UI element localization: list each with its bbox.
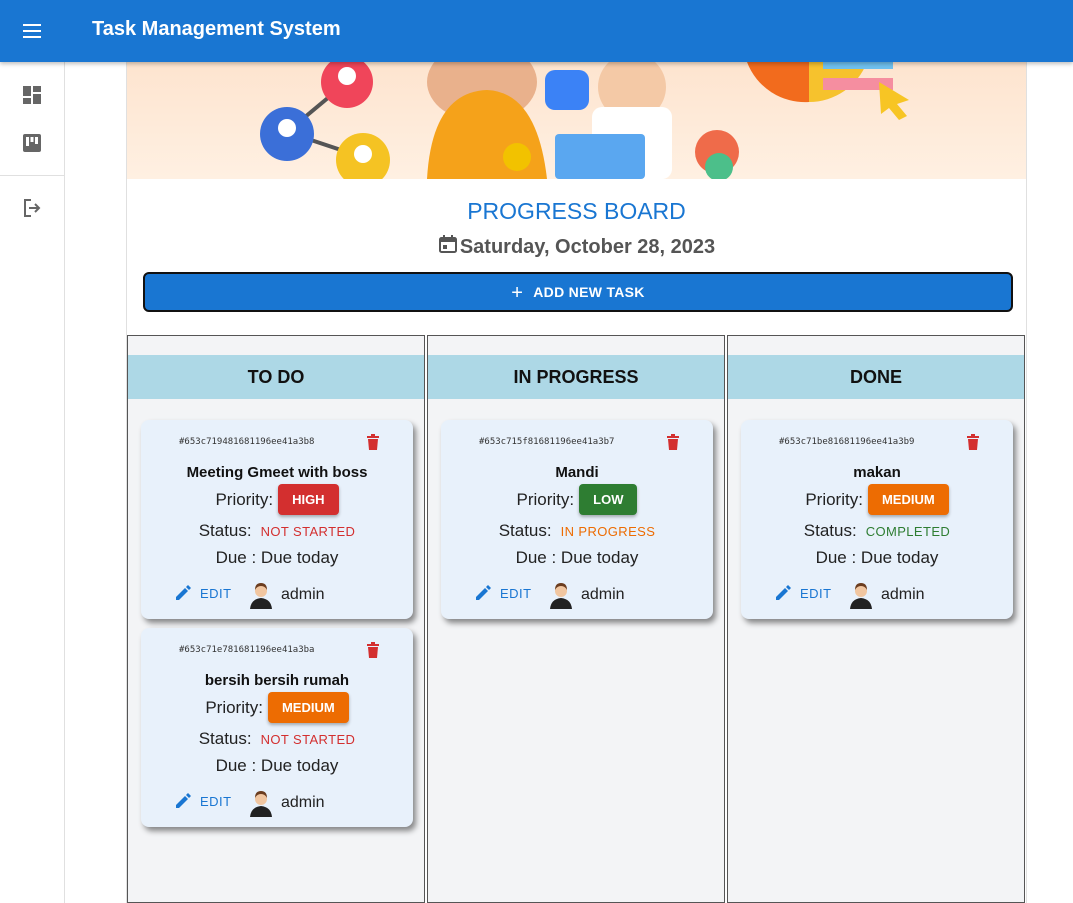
due-row: Due : Due today bbox=[441, 548, 713, 568]
add-new-task-label: ADD NEW TASK bbox=[533, 284, 645, 300]
column-header: TO DO bbox=[128, 355, 424, 399]
due-label: Due : bbox=[515, 548, 561, 567]
task-id: #653c71e781681196ee41a3ba bbox=[179, 645, 315, 655]
due-label: Due : bbox=[815, 548, 861, 567]
task-card[interactable]: #653c719481681196ee41a3b8 Meeting Gmeet … bbox=[141, 420, 413, 619]
task-title: Mandi bbox=[555, 464, 599, 481]
edit-button[interactable]: EDIT bbox=[475, 585, 532, 601]
pencil-icon bbox=[476, 585, 491, 600]
due-value: Due today bbox=[260, 756, 339, 775]
pencil-icon bbox=[776, 585, 791, 600]
status-label: Status: bbox=[198, 729, 252, 748]
status-value: IN PROGRESS bbox=[560, 523, 656, 539]
board-date: Saturday, October 28, 2023 bbox=[127, 234, 1026, 259]
task-title: bersih bersih rumah bbox=[204, 672, 350, 689]
pencil-icon bbox=[176, 585, 191, 600]
priority-row: Priority: MEDIUM bbox=[741, 484, 1013, 515]
edit-button[interactable]: EDIT bbox=[775, 585, 832, 601]
due-label: Due : bbox=[215, 756, 261, 775]
app-bar: Task Management System bbox=[0, 0, 1073, 62]
status-row: Status: NOT STARTED bbox=[141, 521, 413, 541]
task-title: makan bbox=[853, 464, 901, 481]
status-label: Status: bbox=[498, 521, 552, 540]
task-title: Meeting Gmeet with boss bbox=[186, 464, 368, 481]
edit-label: EDIT bbox=[200, 585, 232, 601]
delete-icon[interactable] bbox=[366, 642, 380, 663]
column-in-progress: IN PROGRESS #653c715f81681196ee41a3b7 Ma… bbox=[427, 335, 725, 903]
avatar bbox=[250, 791, 272, 817]
kanban-board-icon[interactable] bbox=[16, 127, 48, 159]
menu-icon[interactable] bbox=[16, 17, 48, 45]
priority-label: Priority: bbox=[205, 697, 263, 717]
sidebar bbox=[0, 62, 65, 903]
assignee: admin bbox=[248, 789, 325, 817]
column-done: DONE #653c71be81681196ee41a3b9 makan Pri… bbox=[727, 335, 1025, 903]
assignee: admin bbox=[848, 581, 925, 609]
assignee-name: admin bbox=[281, 794, 325, 811]
due-value: Due today bbox=[260, 548, 339, 567]
delete-icon[interactable] bbox=[666, 434, 680, 455]
assignee: admin bbox=[548, 581, 625, 609]
priority-row: Priority: MEDIUM bbox=[141, 692, 413, 723]
status-value: COMPLETED bbox=[865, 523, 951, 539]
edit-button[interactable]: EDIT bbox=[175, 793, 232, 809]
status-row: Status: IN PROGRESS bbox=[441, 521, 713, 541]
due-value: Due today bbox=[560, 548, 639, 567]
assignee-name: admin bbox=[581, 586, 625, 603]
priority-row: Priority: HIGH bbox=[141, 484, 413, 515]
assignee: admin bbox=[248, 581, 325, 609]
due-row: Due : Due today bbox=[141, 756, 413, 776]
due-label: Due : bbox=[215, 548, 261, 567]
pencil-icon bbox=[176, 793, 191, 808]
avatar bbox=[250, 583, 272, 609]
priority-chip: MEDIUM bbox=[267, 692, 349, 723]
edit-label: EDIT bbox=[500, 585, 532, 601]
add-new-task-button[interactable]: + ADD NEW TASK bbox=[143, 272, 1013, 312]
delete-icon[interactable] bbox=[966, 434, 980, 455]
status-row: Status: NOT STARTED bbox=[141, 729, 413, 749]
status-label: Status: bbox=[803, 521, 857, 540]
logout-icon[interactable] bbox=[16, 192, 48, 224]
status-value: NOT STARTED bbox=[260, 523, 356, 539]
assignee-name: admin bbox=[281, 586, 325, 603]
priority-label: Priority: bbox=[516, 489, 575, 509]
plus-icon: + bbox=[511, 281, 524, 304]
task-id: #653c715f81681196ee41a3b7 bbox=[479, 437, 615, 447]
priority-chip: MEDIUM bbox=[867, 484, 949, 515]
board-title: PROGRESS BOARD bbox=[467, 198, 686, 224]
task-card[interactable]: #653c715f81681196ee41a3b7 Mandi Priority… bbox=[441, 420, 713, 619]
avatar bbox=[850, 583, 872, 609]
sidebar-divider bbox=[0, 175, 64, 176]
task-id: #653c71be81681196ee41a3b9 bbox=[779, 437, 915, 447]
due-row: Due : Due today bbox=[141, 548, 413, 568]
column-header: IN PROGRESS bbox=[428, 355, 724, 399]
progress-board-panel: PROGRESS BOARD Saturday, October 28, 202… bbox=[126, 62, 1027, 903]
task-card[interactable]: #653c71e781681196ee41a3ba bersih bersih … bbox=[141, 628, 413, 827]
delete-icon[interactable] bbox=[366, 434, 380, 455]
avatar bbox=[550, 583, 572, 609]
app-title: Task Management System bbox=[92, 18, 341, 40]
status-row: Status: COMPLETED bbox=[741, 521, 1013, 541]
priority-chip: HIGH bbox=[278, 484, 339, 515]
priority-row: Priority: LOW bbox=[441, 484, 713, 515]
edit-label: EDIT bbox=[200, 793, 232, 809]
calendar-icon bbox=[438, 234, 457, 253]
priority-label: Priority: bbox=[215, 489, 274, 509]
task-id: #653c719481681196ee41a3b8 bbox=[179, 437, 315, 447]
status-label: Status: bbox=[198, 521, 252, 540]
priority-chip: LOW bbox=[579, 484, 638, 515]
edit-button[interactable]: EDIT bbox=[175, 585, 232, 601]
due-value: Due today bbox=[860, 548, 939, 567]
assignee-name: admin bbox=[881, 586, 925, 603]
edit-label: EDIT bbox=[800, 585, 832, 601]
task-card[interactable]: #653c71be81681196ee41a3b9 makan Priority… bbox=[741, 420, 1013, 619]
banner-illustration bbox=[127, 62, 1026, 179]
column-todo: TO DO #653c719481681196ee41a3b8 Meeting … bbox=[127, 335, 425, 903]
priority-label: Priority: bbox=[805, 489, 863, 509]
date-text: Saturday, October 28, 2023 bbox=[459, 236, 716, 258]
column-header: DONE bbox=[728, 355, 1024, 399]
due-row: Due : Due today bbox=[741, 548, 1013, 568]
status-value: NOT STARTED bbox=[260, 731, 356, 747]
dashboard-icon[interactable] bbox=[16, 79, 48, 111]
